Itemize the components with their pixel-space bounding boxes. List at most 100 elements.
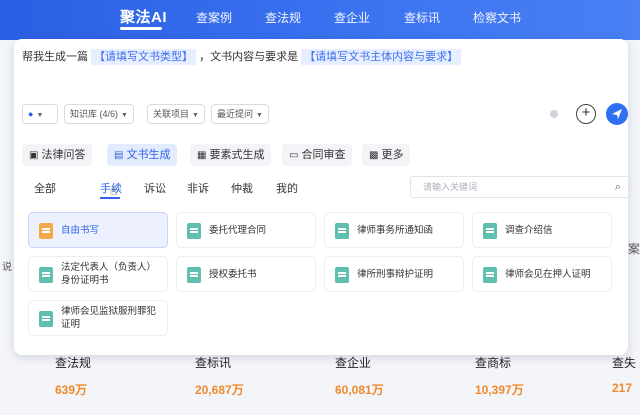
prompt-input[interactable]: 帮我生成一篇 【请填写文书类型】 ，文书内容与要求是 【请填写文书主体内容与要求… — [22, 48, 462, 65]
brand-logo[interactable]: 聚法AI — [120, 6, 167, 27]
stat-label: 查标讯 — [195, 356, 232, 370]
chevron-down-icon: ▼ — [192, 112, 199, 119]
nav-link-companies[interactable]: 查企业 — [334, 9, 370, 26]
template-power-of-attorney[interactable]: 授权委托书 — [176, 256, 316, 292]
tab-document-generation[interactable]: ▤ 文书生成 — [107, 144, 178, 166]
stat-label: 查法规 — [55, 356, 92, 370]
nav-link-laws[interactable]: 查法规 — [265, 9, 301, 26]
stat-label: 查企业 — [335, 356, 372, 370]
document-icon — [39, 267, 53, 283]
document-generation-panel: 帮我生成一篇 【请填写文书类型】 ，文书内容与要求是 【请填写文书主体内容与要求… — [14, 39, 630, 355]
nav-link-cases[interactable]: 查案例 — [196, 9, 232, 26]
prompt-prefix: 帮我生成一篇 — [22, 51, 88, 63]
document-icon — [483, 223, 497, 239]
prompt-middle: ，文书内容与要求是 — [199, 51, 299, 63]
stat-label: 查失 — [612, 356, 637, 370]
top-navigation: 聚法AI 查案例 查法规 查企业 查标讯 检察文书 — [0, 0, 640, 40]
recent-questions-label: 最近提问 — [217, 109, 254, 119]
category-tab-non-litigation[interactable]: 非诉 — [187, 180, 209, 196]
tab-label: 更多 — [381, 149, 404, 161]
add-attachment-button[interactable]: + — [576, 104, 596, 124]
stat-card-tenders[interactable]: 查标讯 20,687万 — [195, 354, 325, 412]
template-prisoner-visit-cert[interactable]: 律师会见监狱服刑罪犯证明 — [28, 300, 168, 336]
document-icon — [187, 223, 201, 239]
input-controls: ● ▼ 知识库 (4/6) ▼ 关联项目 ▼ 最近提问 ▼ + — [22, 103, 628, 126]
contract-icon: ▭ — [289, 150, 299, 161]
background-text-left: 说 — [2, 262, 12, 273]
related-project-dropdown[interactable]: 关联项目 ▼ — [147, 104, 205, 124]
document-icon: ▤ — [114, 150, 124, 161]
template-label: 授权委托书 — [209, 269, 257, 280]
document-icon — [39, 311, 53, 327]
stat-value: 10,397万 — [475, 383, 524, 397]
status-dot — [550, 110, 558, 118]
send-icon — [612, 109, 622, 119]
template-law-firm-notice[interactable]: 律师事务所通知函 — [324, 212, 464, 248]
keyword-search-input[interactable]: 请输入关键词 ⌕ — [410, 176, 630, 198]
model-selector[interactable]: ● ▼ — [22, 104, 58, 124]
document-icon — [335, 267, 349, 283]
template-investigation-letter[interactable]: 调查介绍信 — [472, 212, 612, 248]
stat-card-dishonest[interactable]: 查失 217 — [612, 354, 640, 412]
chevron-down-icon: ▼ — [256, 112, 263, 119]
template-label: 委托代理合同 — [209, 225, 267, 236]
hand-cursor-icon: ☝ — [110, 184, 118, 198]
template-legal-rep-certificate[interactable]: 法定代表人（负责人）身份证明书 — [28, 256, 168, 292]
template-label: 自由书写 — [61, 225, 100, 236]
category-tab-arbitration[interactable]: 仲裁 — [231, 180, 253, 196]
tab-more[interactable]: ▩ 更多 — [362, 144, 411, 166]
tab-contract-review[interactable]: ▭ 合同审查 — [282, 144, 353, 166]
template-label: 律师会见在押人证明 — [505, 269, 591, 280]
stat-card-laws[interactable]: 查法规 639万 — [55, 354, 185, 412]
tab-label: 法律问答 — [41, 149, 86, 161]
tab-label: 要素式生成 — [209, 149, 265, 161]
category-tabs: 全部 手续 ☝ 诉讼 非诉 仲裁 我的 请输入关键词 ⌕ — [34, 176, 630, 199]
search-placeholder: 请输入关键词 — [423, 182, 478, 192]
category-tab-mine[interactable]: 我的 — [276, 180, 298, 196]
tab-label: 文书生成 — [126, 149, 171, 161]
nav-link-tenders[interactable]: 查标讯 — [404, 9, 440, 26]
model-icon: ● — [28, 109, 34, 119]
category-tab-all[interactable]: 全部 — [34, 180, 56, 196]
template-label: 法定代表人（负责人）身份证明书 — [61, 262, 157, 286]
send-button[interactable] — [606, 103, 628, 125]
tab-legal-qa[interactable]: ▣ 法律问答 — [22, 144, 93, 166]
document-icon — [187, 267, 201, 283]
template-label: 律师事务所通知函 — [357, 225, 434, 236]
chevron-down-icon: ▼ — [36, 112, 44, 119]
chat-icon: ▣ — [29, 150, 39, 161]
template-criminal-defense-cert[interactable]: 律所刑事辩护证明 — [324, 256, 464, 292]
prompt-placeholder-doc-type[interactable]: 【请填写文书类型】 — [91, 49, 197, 65]
recent-questions-dropdown[interactable]: 最近提问 ▼ — [211, 104, 269, 124]
stat-card-companies[interactable]: 查企业 60,081万 — [335, 354, 465, 412]
nav-link-procuratorate-docs[interactable]: 检察文书 — [473, 9, 521, 26]
category-tab-litigation[interactable]: 诉讼 — [144, 180, 166, 196]
brand-underline — [120, 27, 162, 30]
stat-value: 639万 — [55, 383, 88, 397]
template-label: 律所刑事辩护证明 — [357, 269, 434, 280]
stat-label: 查商标 — [475, 356, 512, 370]
template-label: 律师会见监狱服刑罪犯证明 — [61, 306, 157, 330]
tab-label: 合同审查 — [301, 149, 346, 161]
template-agency-contract[interactable]: 委托代理合同 — [176, 212, 316, 248]
stat-value: 20,687万 — [195, 383, 244, 397]
grid-icon: ▩ — [369, 150, 379, 161]
knowledge-base-label: 知识库 (4/6) — [70, 109, 119, 119]
prompt-placeholder-content[interactable]: 【请填写文书主体内容与要求】 — [301, 49, 462, 65]
search-icon[interactable]: ⌕ — [615, 177, 621, 197]
stat-value: 60,081万 — [335, 383, 384, 397]
pencil-document-icon — [39, 223, 53, 239]
form-icon: ▦ — [197, 150, 207, 161]
background-text-right: 案 — [628, 242, 640, 256]
document-icon — [335, 223, 349, 239]
related-project-label: 关联项目 — [153, 109, 190, 119]
template-detainee-visit-cert[interactable]: 律师会见在押人证明 — [472, 256, 612, 292]
document-icon — [483, 267, 497, 283]
tab-element-generation[interactable]: ▦ 要素式生成 — [190, 144, 272, 166]
chevron-down-icon: ▼ — [121, 112, 128, 119]
template-label: 调查介绍信 — [505, 225, 553, 236]
template-free-writing[interactable]: 自由书写 — [28, 212, 168, 248]
stat-value: 217 — [612, 381, 633, 395]
stat-card-trademarks[interactable]: 查商标 10,397万 — [475, 354, 605, 412]
knowledge-base-dropdown[interactable]: 知识库 (4/6) ▼ — [64, 104, 134, 124]
